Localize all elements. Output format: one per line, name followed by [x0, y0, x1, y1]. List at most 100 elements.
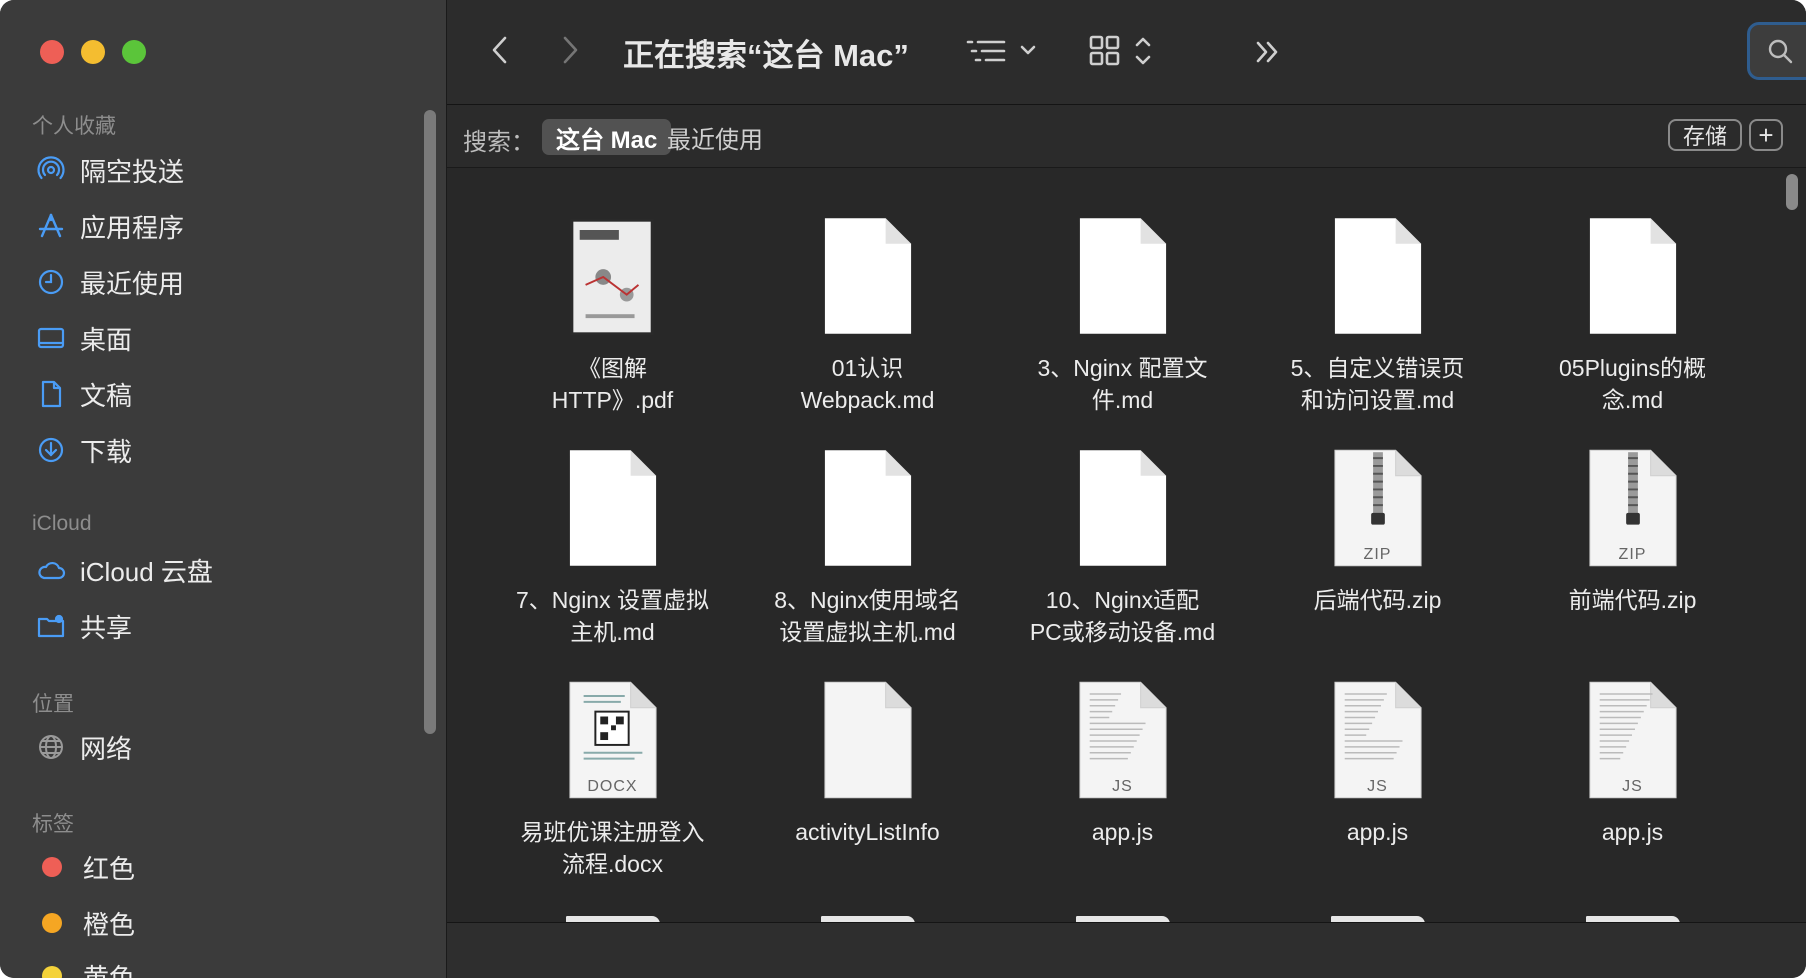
search-field[interactable]	[1747, 22, 1806, 80]
file-name: 5、自定义错误页 和访问设置.md	[1290, 355, 1465, 413]
file-type-badge: JS	[1112, 778, 1133, 795]
sidebar-item-label: 桌面	[80, 324, 133, 355]
js-file-icon: JS	[1331, 680, 1425, 802]
sidebar-section-tags: 标签	[32, 813, 74, 836]
file-item[interactable]: DOCX 易班优课注册登入 流程.docx	[485, 680, 740, 912]
sidebar-item-documents[interactable]: 文稿	[36, 374, 132, 414]
double-chevron-right-icon	[1256, 41, 1278, 63]
sidebar-item-label: 文稿	[80, 380, 133, 411]
sidebar-item-label: 黄色	[83, 962, 136, 978]
file-name: 《图解 HTTP》.pdf	[551, 355, 674, 413]
sidebar-section-icloud: iCloud	[32, 512, 92, 535]
toolbar-overflow-button[interactable]	[1253, 36, 1283, 68]
file-item[interactable]: 01认识 Webpack.md	[740, 216, 995, 448]
js-file-icon: JS	[1076, 680, 1170, 802]
file-type-badge: JS	[1622, 778, 1643, 795]
list-options-icon	[966, 40, 1036, 62]
file-name: 05Plugins的概 念.md	[1558, 355, 1707, 413]
sidebar-item-applications[interactable]: 应用程序	[36, 206, 184, 246]
document-file-icon	[821, 216, 915, 338]
scope-this-mac-button[interactable]: 这台 Mac	[542, 119, 672, 155]
toolbar: 正在搜索“这台 Mac”	[447, 0, 1806, 105]
sidebar-item-label: 下载	[80, 436, 133, 467]
document-file-icon	[821, 448, 915, 570]
applications-icon	[36, 211, 66, 241]
sidebar-item-shared[interactable]: 共享	[36, 606, 132, 646]
file-item[interactable]: JS app.js	[1250, 680, 1505, 912]
file-name: 7、Nginx 设置虚拟 主机.md	[516, 587, 709, 645]
chevron-right-icon	[563, 36, 578, 64]
sidebar-item-tag-orange[interactable]: 橙色	[36, 903, 135, 943]
file-name: app.js	[1346, 819, 1409, 845]
document-file-icon	[1331, 216, 1425, 338]
zip-file-icon: ZIP	[1586, 448, 1680, 570]
sidebar-section-favorites: 个人收藏	[32, 115, 116, 138]
sidebar-item-downloads[interactable]: 下载	[36, 430, 132, 470]
file-name: app.js	[1091, 819, 1154, 845]
status-bar	[447, 922, 1806, 978]
zoom-window-button[interactable]	[122, 40, 146, 64]
js-file-icon: JS	[1586, 680, 1680, 802]
sidebar-item-airdrop[interactable]: 隔空投送	[36, 150, 184, 190]
file-item[interactable]: 10、Nginx适配 PC或移动设备.md	[995, 448, 1250, 680]
file-browser: 《图解 HTTP》.pdf 01认识 Webpack.md 3、Nginx 配置文 …	[447, 168, 1806, 922]
sidebar-item-label: 网络	[80, 733, 133, 764]
document-file-icon	[1076, 216, 1170, 338]
search-icon	[1768, 39, 1793, 64]
file-name: activityListInfo	[795, 819, 940, 845]
back-button[interactable]	[487, 32, 513, 68]
sidebar-item-network[interactable]: 网络	[36, 727, 132, 767]
file-item[interactable]: 05Plugins的概 念.md	[1505, 216, 1760, 448]
shared-folder-icon	[36, 611, 66, 641]
sidebar-item-tag-yellow[interactable]: 黄色	[36, 956, 135, 978]
tag-color-dot	[42, 966, 62, 978]
file-name: 3、Nginx 配置文 件.md	[1037, 355, 1208, 413]
file-item[interactable]: 3、Nginx 配置文 件.md	[995, 216, 1250, 448]
file-item[interactable]: activityListInfo	[740, 680, 995, 912]
minimize-window-button[interactable]	[81, 40, 105, 64]
file-item[interactable]: ZIP 后端代码.zip	[1250, 448, 1505, 680]
sidebar-item-icloud-drive[interactable]: iCloud 云盘	[36, 550, 213, 590]
document-file-icon	[821, 680, 915, 802]
add-criteria-button[interactable]: +	[1749, 119, 1783, 151]
file-name: 01认识 Webpack.md	[800, 355, 935, 413]
file-name: 8、Nginx使用域名 设置虚拟主机.md	[774, 587, 961, 645]
file-type-badge: DOCX	[587, 778, 638, 795]
cloud-icon	[36, 555, 66, 585]
window-title: 正在搜索“这台 Mac”	[623, 38, 909, 73]
sidebar-item-label: 共享	[80, 612, 133, 643]
sidebar-item-recents[interactable]: 最近使用	[36, 262, 184, 302]
sidebar-item-label: 最近使用	[80, 268, 185, 299]
scope-recents-button[interactable]: 最近使用	[653, 119, 777, 155]
forward-button[interactable]	[557, 32, 583, 68]
search-scope-label: 搜索：	[463, 129, 535, 156]
file-name: 10、Nginx适配 PC或移动设备.md	[1029, 587, 1216, 645]
pdf-thumbnail-icon	[566, 216, 660, 338]
tag-color-dot	[42, 913, 62, 933]
finder-window: 个人收藏 隔空投送 应用程序 最近使用 桌面 文稿 下载 iCloud iClo…	[0, 0, 1806, 978]
file-name: 前端代码.zip	[1568, 587, 1697, 613]
sidebar-item-desktop[interactable]: 桌面	[36, 318, 132, 358]
file-item[interactable]: 《图解 HTTP》.pdf	[485, 216, 740, 448]
document-file-icon	[1076, 448, 1170, 570]
group-by-button[interactable]	[962, 34, 1042, 68]
content-scrollbar[interactable]	[1786, 174, 1798, 210]
zip-file-icon: ZIP	[1331, 448, 1425, 570]
file-item[interactable]: 8、Nginx使用域名 设置虚拟主机.md	[740, 448, 995, 680]
save-search-button[interactable]: 存储	[1668, 119, 1742, 151]
file-item[interactable]: 7、Nginx 设置虚拟 主机.md	[485, 448, 740, 680]
document-file-icon	[1586, 216, 1680, 338]
sidebar-item-tag-red[interactable]: 红色	[36, 847, 135, 887]
docx-file-icon: DOCX	[566, 680, 660, 802]
file-type-badge: ZIP	[1363, 546, 1392, 563]
file-item[interactable]: JS app.js	[995, 680, 1250, 912]
file-item[interactable]: 5、自定义错误页 和访问设置.md	[1250, 216, 1505, 448]
clock-icon	[36, 267, 66, 297]
sidebar-scrollbar[interactable]	[424, 110, 436, 734]
close-window-button[interactable]	[40, 40, 64, 64]
file-item[interactable]: ZIP 前端代码.zip	[1505, 448, 1760, 680]
file-item[interactable]: JS app.js	[1505, 680, 1760, 912]
file-type-badge: ZIP	[1618, 546, 1647, 563]
view-mode-button[interactable]	[1087, 32, 1157, 70]
sidebar-item-label: 橙色	[83, 909, 136, 940]
